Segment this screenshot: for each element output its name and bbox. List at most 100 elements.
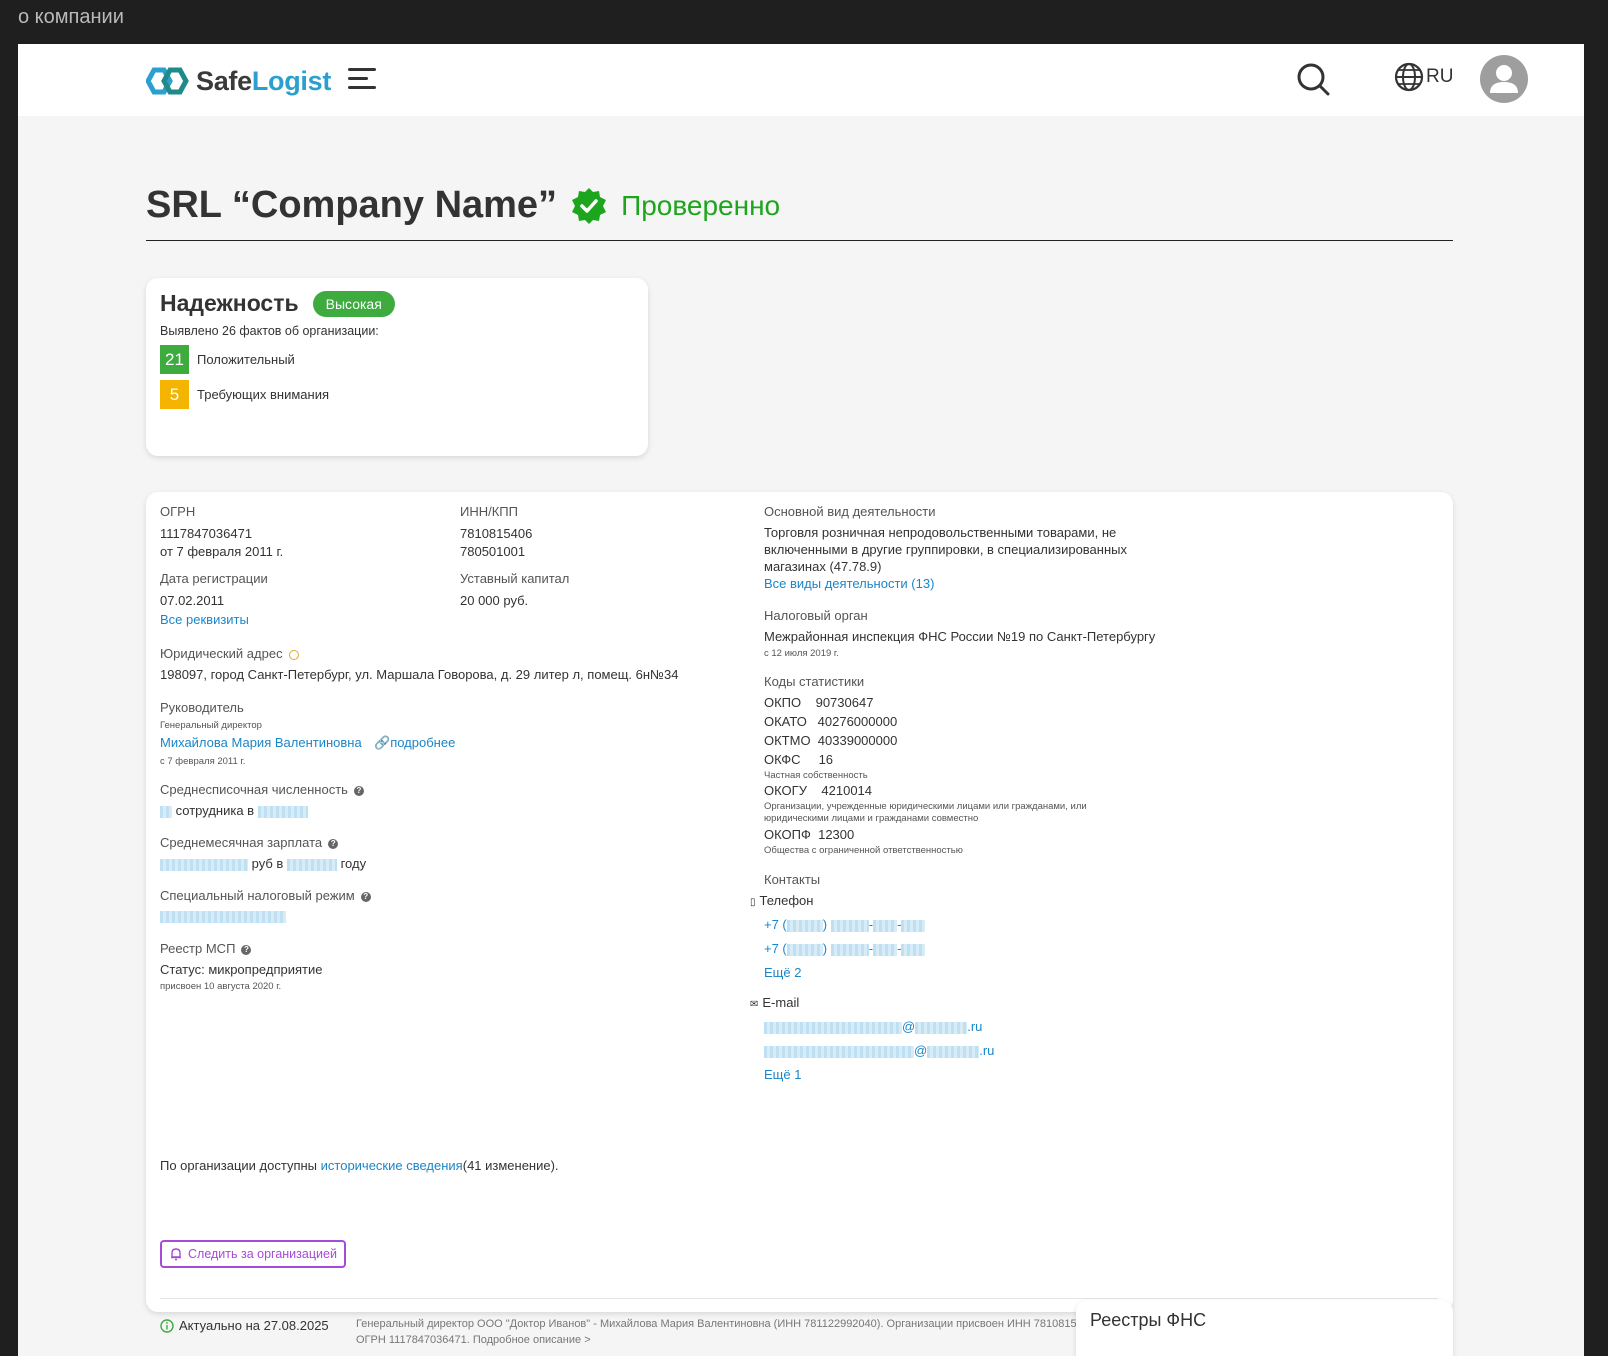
stats-codes-label: Коды статистики (764, 674, 865, 689)
history-suffix: (41 изменение). (462, 1158, 559, 1173)
msp-status: Статус: микропредприятие (160, 962, 323, 977)
email-tld: .ru (979, 1043, 995, 1058)
email-at: @ (902, 1019, 916, 1034)
tax-regime-label: Специальный налоговый режим? (160, 888, 371, 903)
link-icon: 🔗 (374, 735, 391, 750)
search-icon[interactable] (1296, 62, 1330, 96)
tax-authority-since: с 12 июля 2019 г. (764, 648, 839, 659)
okfs-desc: Частная собственность (764, 770, 868, 781)
menu-icon[interactable] (348, 68, 376, 92)
fns-registries-card: Реестры ФНС (1076, 1300, 1453, 1356)
address-value: 198097, город Санкт-Петербург, ул. Марша… (160, 667, 679, 682)
activity-line-3: магазинах (47.78.9) (764, 559, 882, 574)
positive-count: 21 (160, 345, 189, 374)
salary-label: Среднемесячная зарплата? (160, 835, 339, 850)
email-1[interactable]: @ .ru (764, 1019, 982, 1034)
all-activities-link[interactable]: Все виды деятельности (13) (764, 576, 934, 591)
salary-text: руб в (251, 856, 284, 871)
reliability-badge: Высокая (312, 290, 395, 317)
attention-count: 5 (160, 380, 189, 409)
reliability-title: Надежность (160, 290, 299, 316)
hidden-value (927, 1045, 980, 1058)
language-code: RU (1426, 66, 1454, 87)
info-icon (160, 1318, 174, 1333)
language-switcher[interactable]: RU (1394, 62, 1453, 92)
logo-text-logist: Logist (251, 65, 332, 96)
oktmo-code: ОКТМО 40339000000 (764, 733, 898, 748)
mail-icon: ✉ (750, 999, 759, 1010)
phone-label-text: Телефон (759, 893, 814, 908)
head-name-link[interactable]: Михайлова Мария Валентиновна (160, 735, 362, 750)
company-info-card: ОГРН 1117847036471 от 7 февраля 2011 г. … (146, 492, 1453, 1346)
user-icon (1490, 65, 1518, 93)
headcount-text: сотрудника в (175, 803, 255, 818)
salary-year-text: году (340, 856, 367, 871)
globe-icon (1394, 62, 1424, 92)
phone-1[interactable]: +7 () -- (764, 917, 926, 932)
activity-line-2: включенными в другие группировки, в спец… (764, 542, 1127, 557)
help-icon[interactable]: ? (328, 838, 339, 849)
phone-label: ▯ Телефон (750, 893, 813, 908)
okogu-desc-2: юридическими лицами и гражданами совмест… (764, 813, 979, 824)
bell-icon (171, 1248, 181, 1261)
logo-text: SafeLogist (196, 66, 331, 97)
kpp-value: 780501001 (460, 544, 526, 559)
phone-prefix: +7 ( (764, 917, 787, 932)
hidden-value (901, 919, 926, 932)
msp-date: присвоен 10 августа 2020 г. (160, 981, 282, 992)
inn-label: ИНН/КПП (460, 504, 518, 519)
email-2[interactable]: @ .ru (764, 1043, 994, 1058)
reliability-subtitle: Выявлено 26 фактов об организации: (160, 324, 379, 338)
okopf-desc: Общества с ограниченной ответственностью (764, 845, 963, 856)
email-tld: .ru (967, 1019, 983, 1034)
positive-facts[interactable]: 21 Положительный (160, 345, 295, 374)
window-title: о компании (18, 6, 124, 28)
help-icon[interactable]: ? (360, 891, 371, 902)
logo[interactable]: SafeLogist (146, 64, 331, 98)
headcount-value: сотрудника в (160, 803, 308, 818)
actual-date-text: Актуально на 27.08.2025 (179, 1318, 329, 1333)
all-requisites-link[interactable]: Все реквизиты (160, 612, 249, 627)
address-label-text: Юридический адрес (160, 646, 283, 661)
okogu-desc-1: Организации, учрежденные юридическими ли… (764, 801, 1087, 812)
history-link[interactable]: исторические сведения (321, 1158, 463, 1173)
reliability-header: Надежность Высокая (160, 290, 395, 317)
head-more-link[interactable]: 🔗подробнее (374, 735, 455, 751)
msp-label: Реестр МСП? (160, 941, 252, 956)
contacts-label: Контакты (764, 872, 821, 887)
hidden-value (915, 1021, 968, 1034)
verified-badge-icon (572, 187, 607, 224)
user-avatar[interactable] (1480, 55, 1528, 103)
activity-line-1: Торговля розничная непродовольственными … (764, 525, 1117, 540)
headcount-label-text: Среднесписочная численность (160, 782, 348, 797)
ogrn-date: от 7 февраля 2011 г. (160, 544, 284, 559)
positive-label: Положительный (197, 352, 295, 367)
head-since: с 7 февраля 2011 г. (160, 756, 246, 767)
okogu-code: ОКОГУ 4210014 (764, 783, 873, 798)
logo-text-safe: Safe (196, 65, 252, 96)
attention-facts[interactable]: 5 Требующих внимания (160, 380, 329, 409)
hidden-value (764, 1021, 902, 1034)
title-divider (146, 240, 1453, 241)
reliability-card: Надежность Высокая Выявлено 26 фактов об… (146, 278, 648, 456)
hidden-value (830, 943, 869, 956)
attention-label: Требующих внимания (197, 387, 329, 402)
salary-label-text: Среднемесячная зарплата (160, 835, 323, 850)
follow-organization-button[interactable]: Следить за организацией (160, 1240, 346, 1268)
phone-2[interactable]: +7 () -- (764, 941, 926, 956)
phone-more-link[interactable]: Ещё 2 (764, 965, 801, 980)
hidden-value (764, 1045, 914, 1058)
tax-authority-label: Налоговый орган (764, 608, 868, 623)
phone-prefix: +7 ( (764, 941, 787, 956)
reg-date-value: 07.02.2011 (160, 593, 225, 608)
page-frame: SafeLogist RU SRL “Company Name” Провере… (18, 44, 1584, 1356)
headcount-label: Среднесписочная численность? (160, 782, 364, 797)
help-icon[interactable]: ? (353, 785, 364, 796)
hidden-value (873, 919, 898, 932)
phone-close: ) (822, 917, 828, 932)
hidden-value (160, 910, 286, 923)
clock-icon[interactable] (288, 649, 299, 660)
head-more-text: подробнее (390, 735, 456, 750)
help-icon[interactable]: ? (241, 944, 252, 955)
email-more-link[interactable]: Ещё 1 (764, 1067, 801, 1082)
